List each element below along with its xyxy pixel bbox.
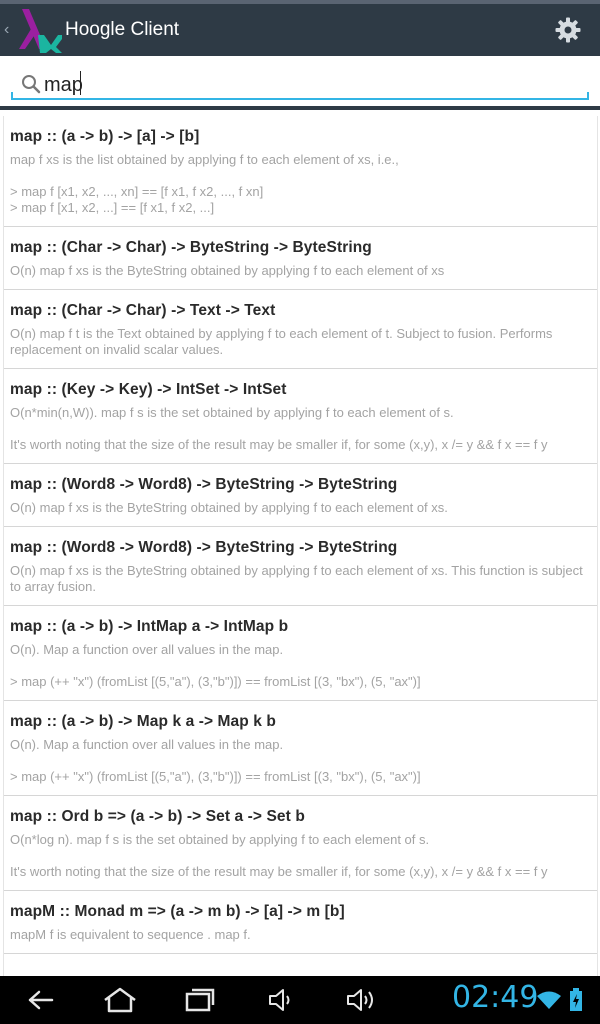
action-bar: ‹ Hoogle Client bbox=[0, 4, 600, 56]
home-icon[interactable] bbox=[102, 986, 138, 1014]
result-description: O(n) map f xs is the ByteString obtained… bbox=[10, 563, 583, 594]
battery-icon bbox=[570, 988, 582, 1011]
volume-up-icon[interactable] bbox=[344, 986, 378, 1014]
wifi-icon bbox=[537, 991, 561, 1009]
results-list[interactable]: map :: (a -> b) -> [a] -> [b]map f xs is… bbox=[3, 116, 598, 976]
result-description: O(n) map f t is the Text obtained by app… bbox=[10, 326, 553, 357]
result-example: > map (++ "x") (fromList [(5,"a"), (3,"b… bbox=[10, 769, 421, 784]
result-signature: map :: (Word8 -> Word8) -> ByteString ->… bbox=[10, 476, 398, 493]
result-signature: map :: (a -> b) -> IntMap a -> IntMap b bbox=[10, 618, 289, 635]
gear-icon[interactable] bbox=[554, 16, 582, 44]
clock: 02:49 bbox=[452, 980, 539, 1015]
result-description: O(n*log n). map f s is the set obtained … bbox=[10, 832, 430, 847]
result-description: O(n) map f xs is the ByteString obtained… bbox=[10, 263, 445, 278]
result-item[interactable]: map :: (Word8 -> Word8) -> ByteString ->… bbox=[4, 464, 597, 527]
search-underline-right bbox=[587, 92, 589, 100]
result-description: O(n) map f xs is the ByteString obtained… bbox=[10, 500, 448, 515]
search-icon bbox=[22, 75, 41, 94]
result-description: O(n). Map a function over all values in … bbox=[10, 642, 284, 657]
result-item[interactable]: map :: (Char -> Char) -> Text -> TextO(n… bbox=[4, 290, 597, 369]
volume-down-icon[interactable] bbox=[266, 986, 296, 1014]
result-example: It's worth noting that the size of the r… bbox=[10, 864, 548, 879]
header-divider bbox=[0, 106, 600, 110]
result-item[interactable]: map :: (a -> b) -> IntMap a -> IntMap bO… bbox=[4, 606, 597, 701]
result-item[interactable]: map :: (Key -> Key) -> IntSet -> IntSetO… bbox=[4, 369, 597, 464]
result-item[interactable]: map :: (a -> b) -> Map k a -> Map k bO(n… bbox=[4, 701, 597, 796]
result-item[interactable]: map :: (Word8 -> Word8) -> ByteString ->… bbox=[4, 527, 597, 606]
result-signature: map :: (Key -> Key) -> IntSet -> IntSet bbox=[10, 381, 287, 398]
result-description: O(n*min(n,W)). map f s is the set obtain… bbox=[10, 405, 454, 420]
result-example: > map f [x1, x2, ...] == [f x1, f x2, ..… bbox=[10, 200, 215, 215]
text-cursor bbox=[80, 71, 81, 95]
result-item[interactable]: map :: Ord b => (a -> b) -> Set a -> Set… bbox=[4, 796, 597, 891]
result-signature: map :: (a -> b) -> [a] -> [b] bbox=[10, 128, 200, 145]
result-description: map f xs is the list obtained by applyin… bbox=[10, 152, 399, 167]
app-title: Hoogle Client bbox=[65, 19, 180, 40]
search-underline-left bbox=[11, 92, 13, 100]
up-caret-icon[interactable]: ‹ bbox=[4, 21, 14, 39]
result-example: It's worth noting that the size of the r… bbox=[10, 437, 548, 452]
result-item[interactable]: mapM :: Monad m => (a -> m b) -> [a] -> … bbox=[4, 891, 597, 954]
result-signature: map :: Ord b => (a -> b) -> Set a -> Set… bbox=[10, 808, 305, 825]
result-example: > map (++ "x") (fromList [(5,"a"), (3,"b… bbox=[10, 674, 421, 689]
result-example: > map f [x1, x2, ..., xn] == [f x1, f x2… bbox=[10, 184, 264, 199]
result-signature: map :: (Char -> Char) -> Text -> Text bbox=[10, 302, 276, 319]
result-description: O(n). Map a function over all values in … bbox=[10, 737, 284, 752]
result-signature: mapM :: Monad m => (a -> m b) -> [a] -> … bbox=[10, 903, 345, 920]
result-signature: map :: (Char -> Char) -> ByteString -> B… bbox=[10, 239, 372, 256]
recent-apps-icon[interactable] bbox=[184, 986, 216, 1014]
result-description: mapM f is equivalent to sequence . map f… bbox=[10, 927, 251, 942]
search-input[interactable] bbox=[44, 72, 564, 98]
back-icon[interactable] bbox=[26, 986, 56, 1014]
result-item[interactable]: map :: (a -> b) -> [a] -> [b]map f xs is… bbox=[4, 116, 597, 227]
hoogle-lambda-logo-icon[interactable] bbox=[16, 7, 62, 53]
system-nav-bar: 02:49 bbox=[0, 976, 600, 1024]
result-item[interactable]: map :: (Char -> Char) -> ByteString -> B… bbox=[4, 227, 597, 290]
result-signature: map :: (a -> b) -> Map k a -> Map k b bbox=[10, 713, 276, 730]
search-underline bbox=[11, 98, 589, 100]
result-signature: map :: (Word8 -> Word8) -> ByteString ->… bbox=[10, 539, 398, 556]
